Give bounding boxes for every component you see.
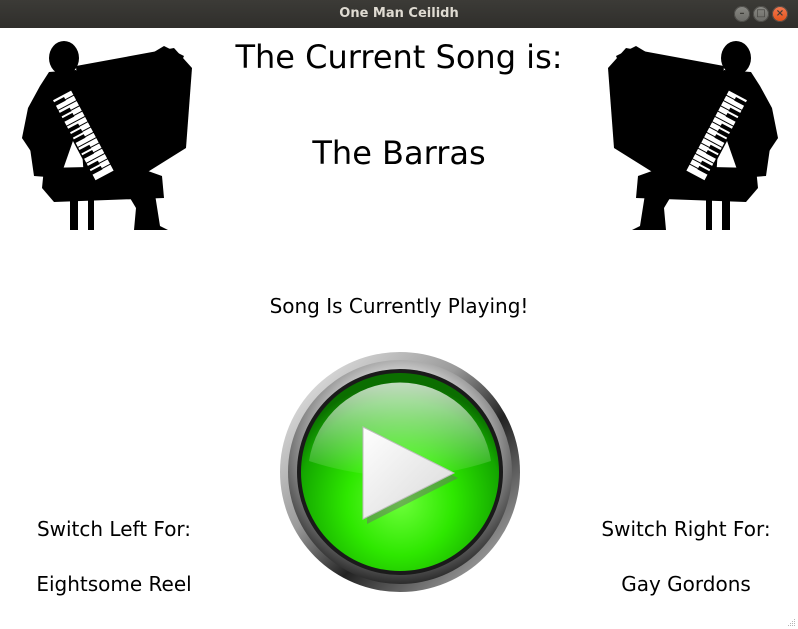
- window-controls: – □ ×: [734, 6, 788, 22]
- switch-left-song: Eightsome Reel: [36, 572, 192, 596]
- window-title: One Man Ceilidh: [339, 6, 459, 21]
- maximize-icon[interactable]: □: [753, 6, 769, 22]
- app-window: One Man Ceilidh – □ × The Current Song i…: [0, 0, 798, 629]
- switch-right-label: Switch Right For:: [601, 517, 771, 541]
- minimize-icon[interactable]: –: [734, 6, 750, 22]
- playback-status: Song Is Currently Playing!: [269, 294, 529, 318]
- play-button[interactable]: [279, 351, 521, 593]
- resize-grip-icon[interactable]: [786, 617, 796, 627]
- current-song-name: The Barras: [312, 134, 486, 172]
- close-icon[interactable]: ×: [772, 6, 788, 22]
- switch-left-label: Switch Left For:: [36, 517, 192, 541]
- current-song-heading: The Current Song is:: [235, 38, 563, 76]
- title-bar[interactable]: One Man Ceilidh – □ ×: [0, 0, 798, 28]
- switch-right-song: Gay Gordons: [621, 572, 751, 596]
